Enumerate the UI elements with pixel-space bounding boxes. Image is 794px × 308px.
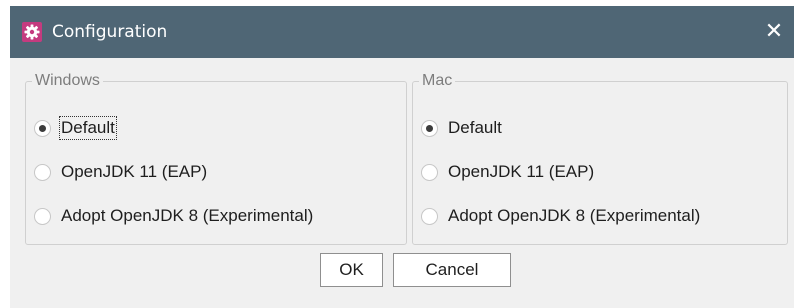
windows-radio-openjdk-11[interactable]: OpenJDK 11 (EAP) xyxy=(34,159,208,185)
windows-group-legend: Windows xyxy=(32,72,103,90)
radio-button[interactable] xyxy=(34,163,51,181)
radio-label[interactable]: Adopt OpenJDK 8 (Experimental) xyxy=(60,205,314,227)
radio-label[interactable]: OpenJDK 11 (EAP) xyxy=(60,161,208,183)
radio-label[interactable]: OpenJDK 11 (EAP) xyxy=(447,161,595,183)
cancel-button[interactable]: Cancel xyxy=(393,253,511,287)
radio-button[interactable] xyxy=(421,163,438,181)
windows-radio-adopt-openjdk-8[interactable]: Adopt OpenJDK 8 (Experimental) xyxy=(34,203,314,229)
mac-group-legend: Mac xyxy=(419,72,456,90)
radio-label[interactable]: Adopt OpenJDK 8 (Experimental) xyxy=(447,205,701,227)
gear-icon xyxy=(22,22,42,42)
radio-button[interactable] xyxy=(421,119,438,137)
radio-label[interactable]: Default xyxy=(59,116,117,140)
radio-button[interactable] xyxy=(421,207,438,225)
mac-radio-adopt-openjdk-8[interactable]: Adopt OpenJDK 8 (Experimental) xyxy=(421,203,701,229)
radio-button[interactable] xyxy=(34,119,51,137)
configuration-dialog: Configuration ✕ Windows Default OpenJDK … xyxy=(10,6,794,308)
radio-label[interactable]: Default xyxy=(447,117,503,139)
dialog-title: Configuration xyxy=(52,22,168,42)
mac-radio-default[interactable]: Default xyxy=(421,115,503,141)
title-bar[interactable]: Configuration ✕ xyxy=(10,6,794,58)
ok-button[interactable]: OK xyxy=(320,253,383,287)
mac-radio-openjdk-11[interactable]: OpenJDK 11 (EAP) xyxy=(421,159,595,185)
windows-group: Windows Default OpenJDK 11 (EAP) Adopt O… xyxy=(25,72,407,245)
radio-button[interactable] xyxy=(34,207,51,225)
close-icon[interactable]: ✕ xyxy=(754,6,794,58)
windows-radio-default[interactable]: Default xyxy=(34,115,117,141)
mac-group: Mac Default OpenJDK 11 (EAP) Adopt OpenJ… xyxy=(412,72,788,245)
